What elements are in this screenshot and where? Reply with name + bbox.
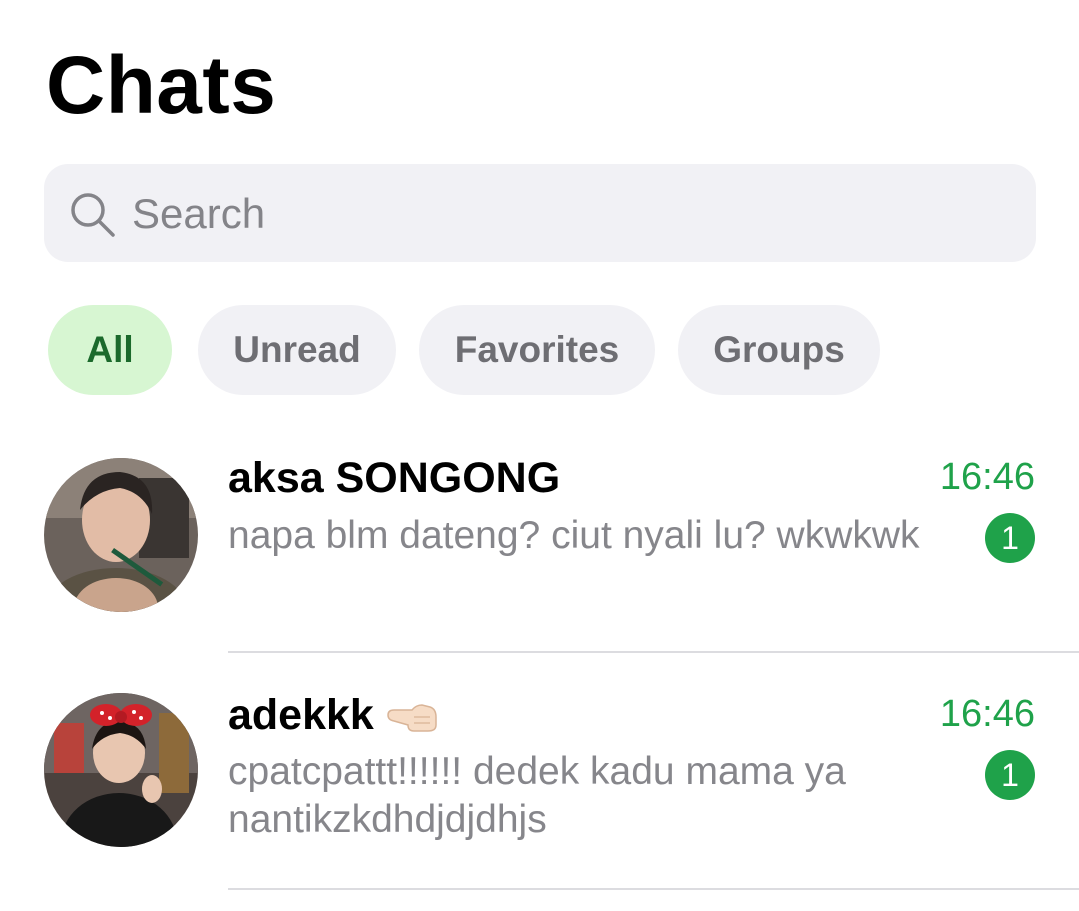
filter-chip-label: Unread [233,329,361,370]
divider [228,888,1079,890]
unread-badge: 1 [985,513,1035,563]
filter-chip-label: Groups [713,329,845,370]
page-title: Chats [46,40,277,131]
chat-name: aksa SONGONG [228,454,561,502]
filter-chip-label: Favorites [454,329,620,370]
filter-chip-unread[interactable]: Unread [198,305,396,395]
chat-preview: cpatcpattt!!!!!! dedek kadu mama ya nant… [228,750,846,841]
chat-row[interactable]: adekkk 16:46 cpatcpattt!!!!!! dedek kadu… [0,677,1079,890]
filter-chip-groups[interactable]: Groups [678,305,880,395]
filter-chip-label: All [86,329,134,370]
chat-time: 16:46 [939,456,1035,498]
divider [228,651,1079,653]
chat-preview: napa blm dateng? ciut nyali lu? wkwkwk [228,514,920,557]
chat-name-text: adekkk [228,691,374,739]
search-icon [71,193,115,237]
unread-badge: 1 [985,750,1035,800]
avatar[interactable] [44,458,198,612]
pointing-left-hand-emoji-icon [387,703,437,732]
chat-name: adekkk [228,689,438,741]
filter-chip-all[interactable]: All [48,305,172,395]
avatar[interactable] [44,693,198,847]
search-input[interactable] [132,186,992,242]
chat-row[interactable]: aksa SONGONG 16:46 napa blm dateng? ciut… [0,440,1079,653]
filter-chip-favorites[interactable]: Favorites [419,305,655,395]
chat-time: 16:46 [939,693,1035,735]
